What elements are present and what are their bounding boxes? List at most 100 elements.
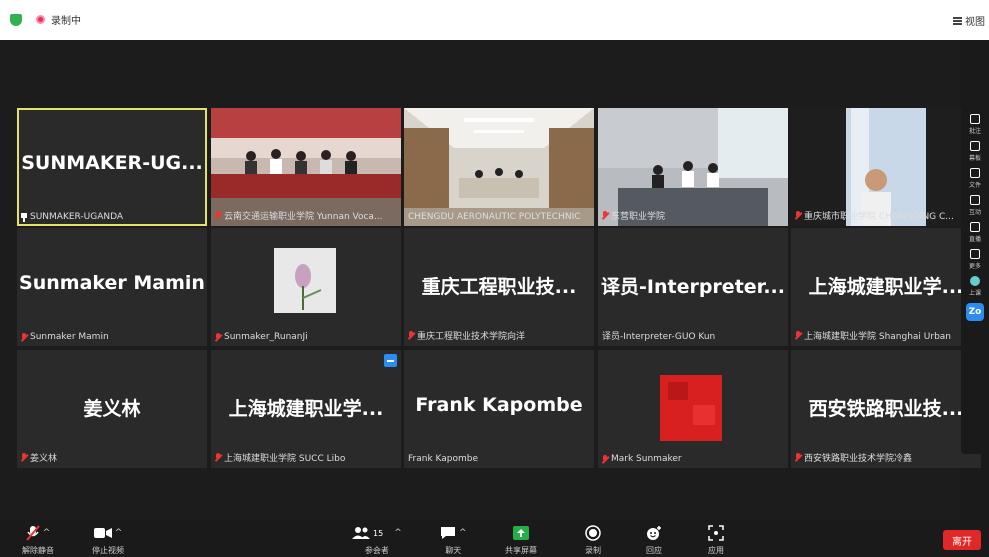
class-icon	[969, 276, 980, 286]
participant-name: 姜义林	[83, 398, 141, 420]
muted-mic-icon	[795, 453, 801, 462]
video-feed-conference	[404, 108, 594, 226]
meeting-toolbar: ^ 解除静音 ^ 停止视频 15 ^ 参会者 ^ 聊天 共享屏幕 录制 回应 应…	[0, 520, 989, 557]
muted-mic-icon	[21, 332, 27, 342]
participant-label-text: 上海城建职业学院 Shanghai Urban	[804, 332, 952, 342]
share-screen-button[interactable]: 共享屏幕	[505, 524, 537, 556]
tile-shanghai-urban-2[interactable]: 上海城建职业学... 上海城建职业学院 SUCC Libo	[211, 350, 401, 468]
participant-label-text: 译员-Interpreter-GUO Kun	[602, 332, 716, 342]
participant-label: Frank Kapombe	[408, 454, 478, 464]
tile-yunnan[interactable]: 云南交通运输职业学院 Yunnan Voca...	[211, 108, 401, 226]
record-button[interactable]: 录制	[585, 524, 601, 556]
chevron-up-icon[interactable]: ^	[43, 528, 51, 538]
recording-indicator[interactable]: 录制中	[10, 12, 81, 27]
participant-label: SUNMAKER-UGANDA	[21, 212, 123, 222]
video-button[interactable]: ^ 停止视频	[92, 524, 124, 556]
participant-label-text: 重庆工程职业技术学院向洋	[417, 332, 526, 342]
smiley-plus-icon	[647, 526, 661, 540]
participants-icon	[352, 527, 370, 539]
muted-mic-icon	[602, 211, 608, 220]
whiteboard-button[interactable]: 幕板	[969, 141, 981, 162]
participant-name: 译员-Interpreter...	[601, 276, 785, 298]
tile-runanji[interactable]: Sunmaker_RunanJi	[211, 228, 401, 346]
files-button[interactable]: 文件	[969, 168, 981, 189]
reactions-button[interactable]: 回应	[646, 524, 662, 556]
chevron-up-icon[interactable]: ^	[394, 528, 402, 538]
muted-mic-icon	[215, 332, 221, 342]
record-label: 录制	[585, 546, 601, 555]
participant-label: 东营职业学院	[602, 209, 665, 222]
recording-dot-icon	[36, 15, 45, 24]
participant-label: 云南交通运输职业学院 Yunnan Voca...	[215, 209, 383, 222]
tile-shanghai-urban-1[interactable]: 上海城建职业学... 上海城建职业学院 Shanghai Urban	[791, 228, 981, 346]
live-icon	[969, 222, 980, 232]
chat-button[interactable]: ^ 聊天	[440, 524, 467, 556]
record-icon	[585, 525, 601, 541]
view-button[interactable]: 视图	[953, 13, 985, 28]
security-shield-icon[interactable]	[10, 13, 22, 26]
apps-icon	[708, 525, 724, 541]
mute-label: 解除静音	[22, 546, 54, 555]
chevron-up-icon[interactable]: ^	[459, 528, 467, 538]
chat-icon	[441, 527, 455, 539]
chat-label: 聊天	[445, 546, 462, 555]
interact-button[interactable]: 互动	[969, 195, 981, 216]
muted-mic-icon	[795, 331, 801, 340]
tile-frank[interactable]: Frank Kapombe Frank Kapombe	[404, 350, 594, 468]
sidebar-label: 直播	[968, 236, 981, 243]
tile-sunmaker-uganda[interactable]: SUNMAKER-UG... SUNMAKER-UGANDA	[17, 108, 207, 226]
video-gallery: SUNMAKER-UG... SUNMAKER-UGANDA 云南交通运输职业学…	[0, 40, 981, 520]
app-button[interactable]: Zo	[966, 303, 984, 321]
muted-mic-icon	[25, 525, 40, 541]
pin-icon	[21, 212, 27, 222]
muted-mic-icon	[215, 453, 221, 462]
options-icon[interactable]	[384, 354, 397, 367]
app-logo-icon: Zo	[966, 303, 984, 321]
participant-label: 译员-Interpreter-GUO Kun	[602, 329, 715, 342]
profile-photo-red	[598, 350, 788, 468]
mute-button[interactable]: ^ 解除静音	[22, 524, 54, 556]
tile-sunmaker-mamin[interactable]: Sunmaker Mamin Sunmaker Mamin	[17, 228, 207, 346]
annotate-button[interactable]: 批注	[969, 114, 981, 135]
tile-mark[interactable]: Mark Sunmaker	[598, 350, 788, 468]
participant-label: 上海城建职业学院 SUCC Libo	[215, 451, 345, 464]
participant-name: Sunmaker Mamin	[19, 272, 205, 294]
class-button[interactable]: 上课	[969, 276, 981, 297]
participant-label-text: 重庆城市职业学院 CHONGQING C...	[804, 212, 954, 222]
participant-label-text: Frank Kapombe	[408, 454, 479, 464]
leave-button[interactable]: 离开	[943, 530, 981, 550]
participant-label-text: 东营职业学院	[611, 212, 666, 222]
muted-mic-icon	[795, 211, 801, 220]
profile-photo-tulip	[211, 228, 401, 346]
participant-label-text: Sunmaker Mamin	[30, 332, 109, 342]
muted-mic-icon	[602, 454, 608, 464]
tile-xian-rail[interactable]: 西安铁路职业技... 西安铁路职业技术学院冷鑫	[791, 350, 981, 468]
participant-label: CHENGDU AERONAUTIC POLYTECHNIC	[408, 212, 581, 222]
participant-label-text: Sunmaker_RunanJi	[224, 332, 308, 342]
participant-name: 重庆工程职业技...	[421, 276, 577, 298]
live-button[interactable]: 直播	[969, 222, 981, 243]
apps-button[interactable]: 应用	[708, 524, 724, 556]
more-button[interactable]: 更多	[969, 249, 981, 270]
chevron-up-icon[interactable]: ^	[115, 528, 123, 538]
share-screen-icon	[513, 526, 529, 540]
tile-interpreter[interactable]: 译员-Interpreter... 译员-Interpreter-GUO Kun	[598, 228, 788, 346]
top-bar: 录制中 视图	[0, 0, 989, 40]
sidebar-label: 更多	[968, 263, 981, 270]
tile-dongguan[interactable]: 东营职业学院	[598, 108, 788, 226]
tile-jiang-yilin[interactable]: 姜义林 姜义林	[17, 350, 207, 468]
sidebar-label: 幕板	[968, 155, 981, 162]
folder-icon	[969, 168, 980, 178]
tile-chongqing-city[interactable]: 重庆城市职业学院 CHONGQING C...	[791, 108, 981, 226]
sidebar-label: 文件	[968, 182, 981, 189]
participant-label-text: 姜义林	[30, 454, 58, 464]
apps-label: 应用	[708, 546, 724, 555]
recording-label: 录制中	[51, 16, 81, 27]
interact-icon	[969, 195, 980, 205]
tile-chengdu[interactable]: CHENGDU AERONAUTIC POLYTECHNIC	[404, 108, 594, 226]
participants-button[interactable]: 15 ^ 参会者	[352, 524, 402, 556]
participant-label-text: SUNMAKER-UGANDA	[30, 212, 124, 222]
sidebar-label: 上课	[968, 290, 981, 297]
participant-label: Sunmaker_RunanJi	[215, 332, 308, 342]
tile-chongqing-eng[interactable]: 重庆工程职业技... 重庆工程职业技术学院向洋	[404, 228, 594, 346]
